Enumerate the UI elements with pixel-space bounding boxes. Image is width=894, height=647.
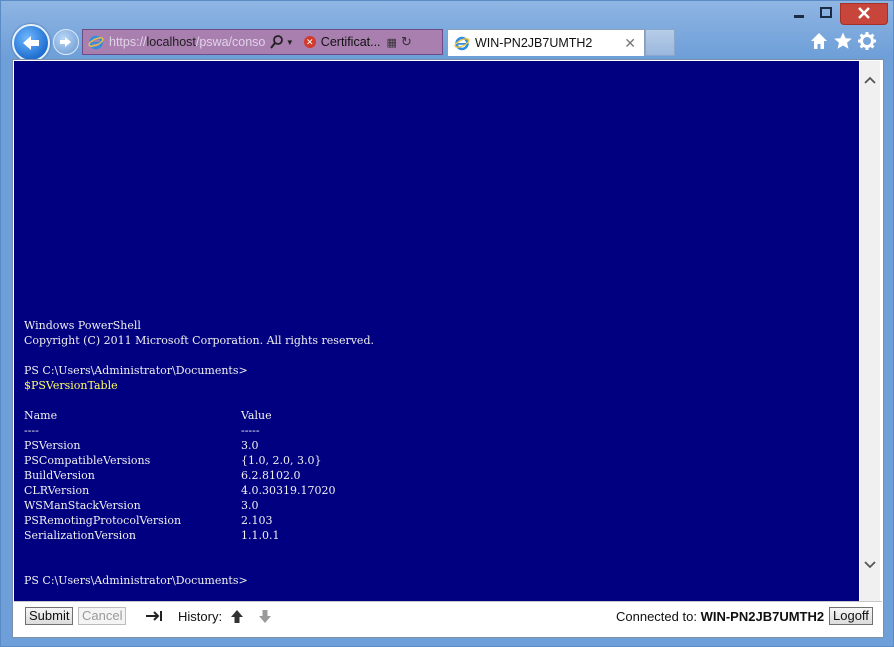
tab-title: WIN-PN2JB7UMTH2 (475, 36, 593, 50)
gear-icon[interactable] (857, 31, 877, 51)
console-line: Windows PowerShell (24, 318, 374, 333)
error-icon: ✕ (303, 36, 316, 48)
home-icon[interactable] (809, 31, 829, 51)
forward-button[interactable] (53, 29, 79, 55)
back-button[interactable] (12, 24, 50, 62)
console-line: WSManStackVersion 3.0 (24, 498, 374, 513)
console-line: PS C:\Users\Administrator\Documents> (24, 573, 374, 588)
console-line-value: 3.0 (241, 499, 259, 512)
browser-window: https:// localhost /pswa/console.as ▼ ✕ … (0, 0, 894, 647)
console-line-value: 1.1.0.1 (241, 529, 280, 542)
console-controls-bar: Submit Cancel History: Connected to: WIN… (14, 601, 882, 636)
console-line: PSRemotingProtocolVersion 2.103 (24, 513, 374, 528)
minimize-icon (794, 15, 804, 18)
console-lines: Windows PowerShell Copyright (C) 2011 Mic… (24, 318, 374, 588)
console-line: Copyright (C) 2011 Microsoft Corporation… (24, 333, 374, 348)
address-bar[interactable]: https:// localhost /pswa/console.as ▼ ✕ … (82, 29, 443, 55)
url-host: localhost (146, 35, 196, 49)
history-up-arrow-icon[interactable] (230, 609, 244, 624)
certificate-label: Certificat... (320, 35, 381, 49)
new-tab-button[interactable] (645, 29, 675, 56)
console-line-value: 4.0.30319.17020 (241, 484, 336, 497)
close-tab-icon[interactable]: ✕ (624, 35, 636, 52)
console-line-text: Copyright (C) 2011 Microsoft Corporation… (24, 334, 374, 347)
ie-logo-icon (454, 36, 470, 51)
refresh-icon[interactable]: ↻ (401, 34, 412, 50)
tab-console[interactable]: WIN-PN2JB7UMTH2 ✕ (447, 29, 645, 56)
history-label: History: (178, 609, 223, 624)
console-line-text: PSCompatibleVersions (24, 454, 151, 467)
console-line-value: Value (241, 409, 272, 422)
cancel-button[interactable]: Cancel (78, 607, 127, 625)
console-line: ---- ----- (24, 423, 374, 438)
console-line-text: Windows PowerShell (24, 319, 141, 332)
console-line-text: BuildVersion (24, 469, 95, 482)
console-line-text: CLRVersion (24, 484, 90, 497)
console-line-text: PS C:\Users\Administrator\Documents> (24, 364, 248, 377)
console-line: PSCompatibleVersions {1.0, 2.0, 3.0} (24, 453, 374, 468)
console-line: $PSVersionTable (24, 378, 374, 393)
connection-status: Connected to: WIN-PN2JB7UMTH2 (616, 609, 824, 624)
connected-host: WIN-PN2JB7UMTH2 (700, 609, 825, 624)
console-line-text: PSRemotingProtocolVersion (24, 514, 182, 527)
chevron-down-icon[interactable] (864, 558, 876, 570)
minimize-button[interactable] (786, 3, 812, 23)
compatibility-view-icon[interactable]: ▦ (387, 36, 397, 49)
arrow-right-icon (60, 37, 71, 47)
search-icon[interactable] (270, 35, 284, 49)
powershell-console-output: Windows PowerShell Copyright (C) 2011 Mic… (14, 61, 859, 603)
logoff-button[interactable]: Logoff (829, 607, 873, 625)
console-line-text: SerializationVersion (24, 529, 136, 542)
favorites-star-icon[interactable] (833, 31, 853, 51)
console-line-text: PSVersion (24, 439, 81, 452)
history-down-arrow-icon[interactable] (258, 609, 272, 624)
close-window-button[interactable] (840, 3, 888, 25)
chevron-up-icon[interactable] (864, 75, 876, 87)
console-line-value: {1.0, 2.0, 3.0} (241, 454, 322, 467)
connected-label: Connected to: (616, 609, 697, 624)
console-line-value: 6.2.8102.0 (241, 469, 301, 482)
console-line-text: Name (24, 409, 58, 422)
console-line: PS C:\Users\Administrator\Documents> (24, 363, 374, 378)
console-line-value: 2.103 (241, 514, 273, 527)
console-line: SerializationVersion 1.1.0.1 (24, 528, 374, 543)
console-line-text: ---- (24, 424, 39, 437)
close-icon (858, 7, 870, 19)
console-line-text: WSManStackVersion (24, 499, 141, 512)
arrow-left-icon (23, 36, 39, 50)
console-line: BuildVersion 6.2.8102.0 (24, 468, 374, 483)
console-line-value: 3.0 (241, 439, 259, 452)
console-line: PSVersion 3.0 (24, 438, 374, 453)
tab-complete-icon[interactable] (145, 610, 165, 622)
console-line: Name Value (24, 408, 374, 423)
certificate-error-button[interactable]: ✕ Certificat... (303, 35, 381, 49)
url-path: /pswa/console.as (195, 35, 266, 49)
console-scrollbar[interactable] (860, 61, 880, 603)
console-line-value: ----- (241, 424, 260, 437)
maximize-icon (820, 7, 832, 18)
chevron-down-icon[interactable]: ▼ (286, 38, 294, 47)
page-content: Windows PowerShell Copyright (C) 2011 Mic… (12, 59, 884, 638)
console-line: CLRVersion 4.0.30319.17020 (24, 483, 374, 498)
maximize-button[interactable] (813, 3, 839, 23)
submit-button[interactable]: Submit (25, 607, 74, 625)
ie-logo-icon (88, 35, 104, 50)
console-line-text: $PSVersionTable (24, 379, 118, 392)
url-protocol: https:// (109, 35, 147, 49)
console-line-text: PS C:\Users\Administrator\Documents> (24, 574, 248, 587)
